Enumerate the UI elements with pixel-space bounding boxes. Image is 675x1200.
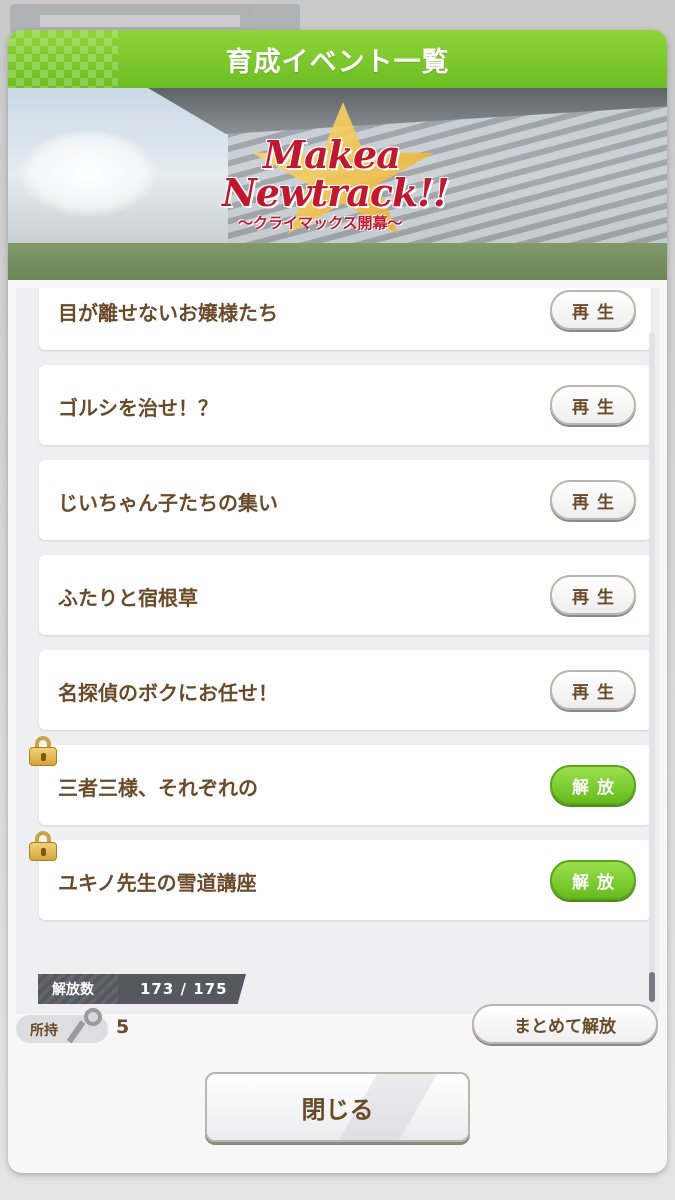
unlock-button[interactable]: 解放 (550, 860, 636, 900)
lock-icon (29, 831, 57, 861)
owned-count: 5 (116, 1016, 130, 1038)
close-button-label: 閉じる (301, 1095, 374, 1124)
dialog-header: 育成イベント一覧 (8, 30, 667, 88)
play-button[interactable]: 再生 (550, 385, 636, 425)
event-row: 名探偵のボクにお任せ！ 再生 (39, 650, 651, 730)
play-button[interactable]: 再生 (550, 575, 636, 615)
unlock-count-badge: 解放数 173 / 175 (38, 974, 246, 1004)
event-title: ゴルシを治せ！？ (58, 396, 218, 420)
bulk-unlock-button[interactable]: まとめて解放 (472, 1004, 658, 1044)
event-title: ユキノ先生の雪道講座 (58, 871, 257, 895)
play-button[interactable]: 再生 (550, 290, 636, 330)
event-row: 目が離せないお嬢様たち 再生 (39, 288, 651, 350)
unlock-button[interactable]: 解放 (550, 765, 636, 805)
logo-subtitle: 〜クライマックス開幕〜 (238, 214, 403, 232)
play-button[interactable]: 再生 (550, 480, 636, 520)
event-row: ゴルシを治せ！？ 再生 (39, 365, 651, 445)
list-scrollbar[interactable] (649, 332, 655, 1002)
owned-label: 所持 (30, 1023, 58, 1039)
background-tab-text (40, 15, 240, 27)
unlock-count-label: 解放数 (52, 982, 94, 998)
banner-cloud (18, 128, 158, 218)
close-button[interactable]: 閉じる (205, 1072, 470, 1142)
event-list[interactable]: 目が離せないお嬢様たち 再生 ゴルシを治せ！？ 再生 じいちゃん子たちの集い 再… (16, 288, 659, 1014)
event-title: 三者三様、それぞれの (58, 776, 258, 800)
dialog-title: 育成イベント一覧 (225, 46, 450, 78)
event-title: じいちゃん子たちの集い (58, 491, 278, 515)
logo-line2: Newtrack!! (222, 170, 450, 215)
banner-field (8, 243, 667, 280)
header-pattern (8, 30, 118, 88)
unlock-count-value: 173 / 175 (140, 980, 228, 998)
scenario-logo: Makea Newtrack!! 〜クライマックス開幕〜 (208, 102, 458, 247)
event-title: 名探偵のボクにお任せ！ (58, 681, 278, 705)
key-icon (66, 1008, 104, 1048)
event-row-locked: 三者三様、それぞれの 解放 (39, 745, 651, 825)
event-row: ふたりと宿根草 再生 (39, 555, 651, 635)
event-row: じいちゃん子たちの集い 再生 (39, 460, 651, 540)
lock-icon (29, 736, 57, 766)
scrollbar-thumb[interactable] (649, 972, 655, 1002)
event-row-locked: ユキノ先生の雪道講座 解放 (39, 840, 651, 920)
event-title: ふたりと宿根草 (58, 586, 198, 610)
play-button[interactable]: 再生 (550, 670, 636, 710)
event-title: 目が離せないお嬢様たち (58, 301, 278, 325)
